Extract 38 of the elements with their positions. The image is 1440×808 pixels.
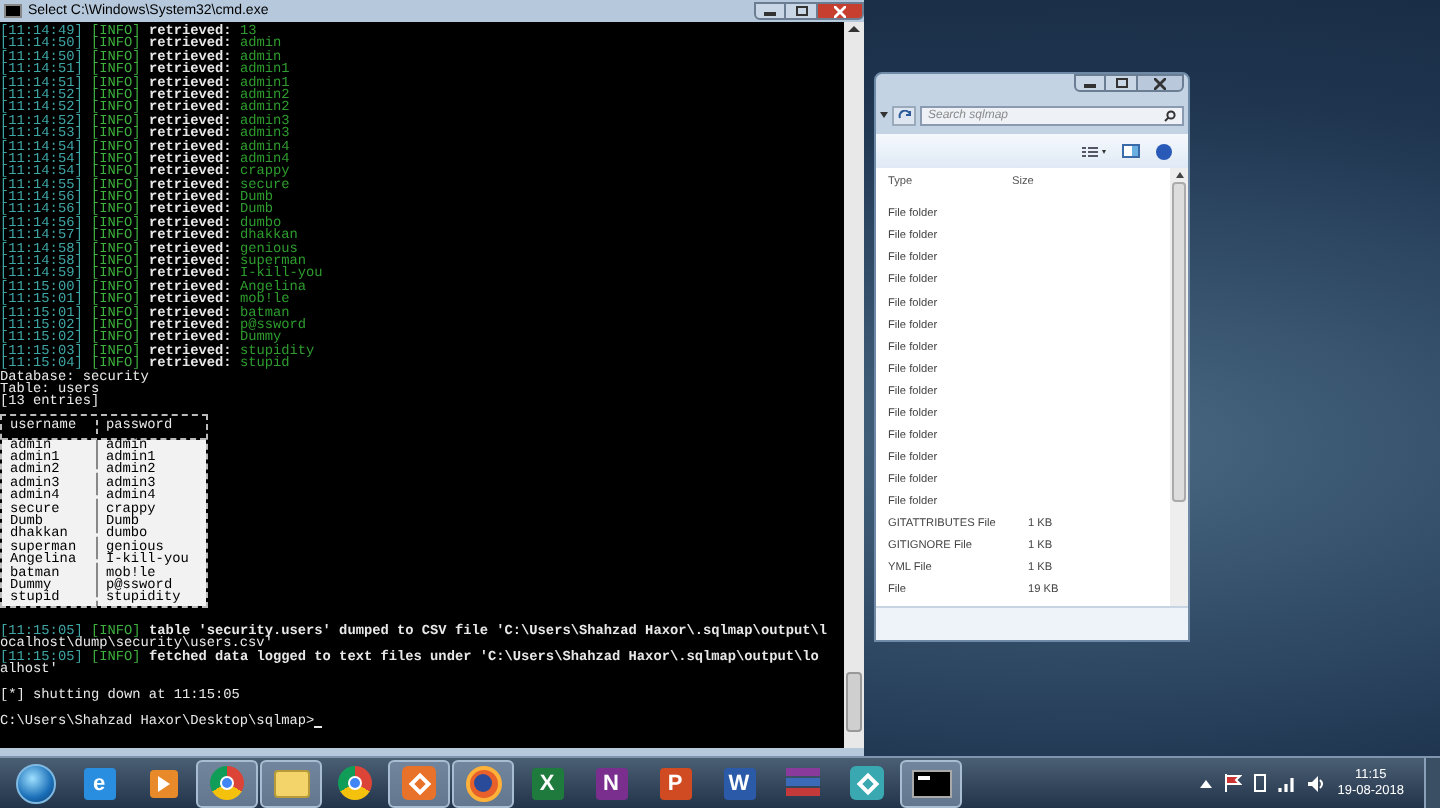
app-icon: X: [531, 767, 563, 799]
console-icon: [4, 4, 22, 18]
close-button[interactable]: [1136, 74, 1184, 92]
start-orb-icon: [15, 763, 55, 803]
taskbar-button[interactable]: X: [516, 759, 578, 807]
taskbar-button[interactable]: N: [580, 759, 642, 807]
archive-icon: [786, 768, 820, 798]
app-icon: N: [595, 767, 627, 799]
tray-expand-icon[interactable]: [1199, 779, 1212, 787]
maximize-button[interactable]: [1106, 74, 1136, 92]
close-icon: [834, 5, 846, 17]
app-icon: W: [723, 767, 755, 799]
close-icon: [1154, 77, 1166, 89]
preview-pane-icon[interactable]: [1122, 144, 1140, 158]
taskbar-button[interactable]: P: [644, 759, 706, 807]
show-desktop-button[interactable]: [1424, 758, 1440, 808]
browser-icon: [338, 766, 372, 800]
search-icon: [1164, 109, 1176, 121]
app-icon: P: [659, 767, 691, 799]
minimize-button[interactable]: [754, 2, 786, 20]
taskbar-button[interactable]: e: [68, 759, 130, 807]
folder-icon: [273, 769, 309, 797]
terminal-icon: [911, 769, 951, 797]
text-cursor: [314, 725, 323, 728]
volume-icon[interactable]: [1307, 775, 1326, 791]
browser-icon: [210, 766, 244, 800]
flag-icon[interactable]: [1223, 774, 1242, 792]
close-button[interactable]: [816, 2, 864, 20]
signal-icon[interactable]: [1277, 775, 1296, 791]
minimize-button[interactable]: [1074, 74, 1106, 92]
taskbar-button[interactable]: W: [708, 759, 770, 807]
maximize-button[interactable]: [786, 2, 816, 20]
taskbar-button[interactable]: [388, 759, 450, 807]
view-options-icon[interactable]: [1082, 145, 1106, 157]
refresh-icon: [897, 109, 911, 121]
refresh-button[interactable]: [892, 105, 916, 125]
app-icon: e: [83, 767, 115, 799]
taskbar-button[interactable]: [900, 759, 962, 807]
